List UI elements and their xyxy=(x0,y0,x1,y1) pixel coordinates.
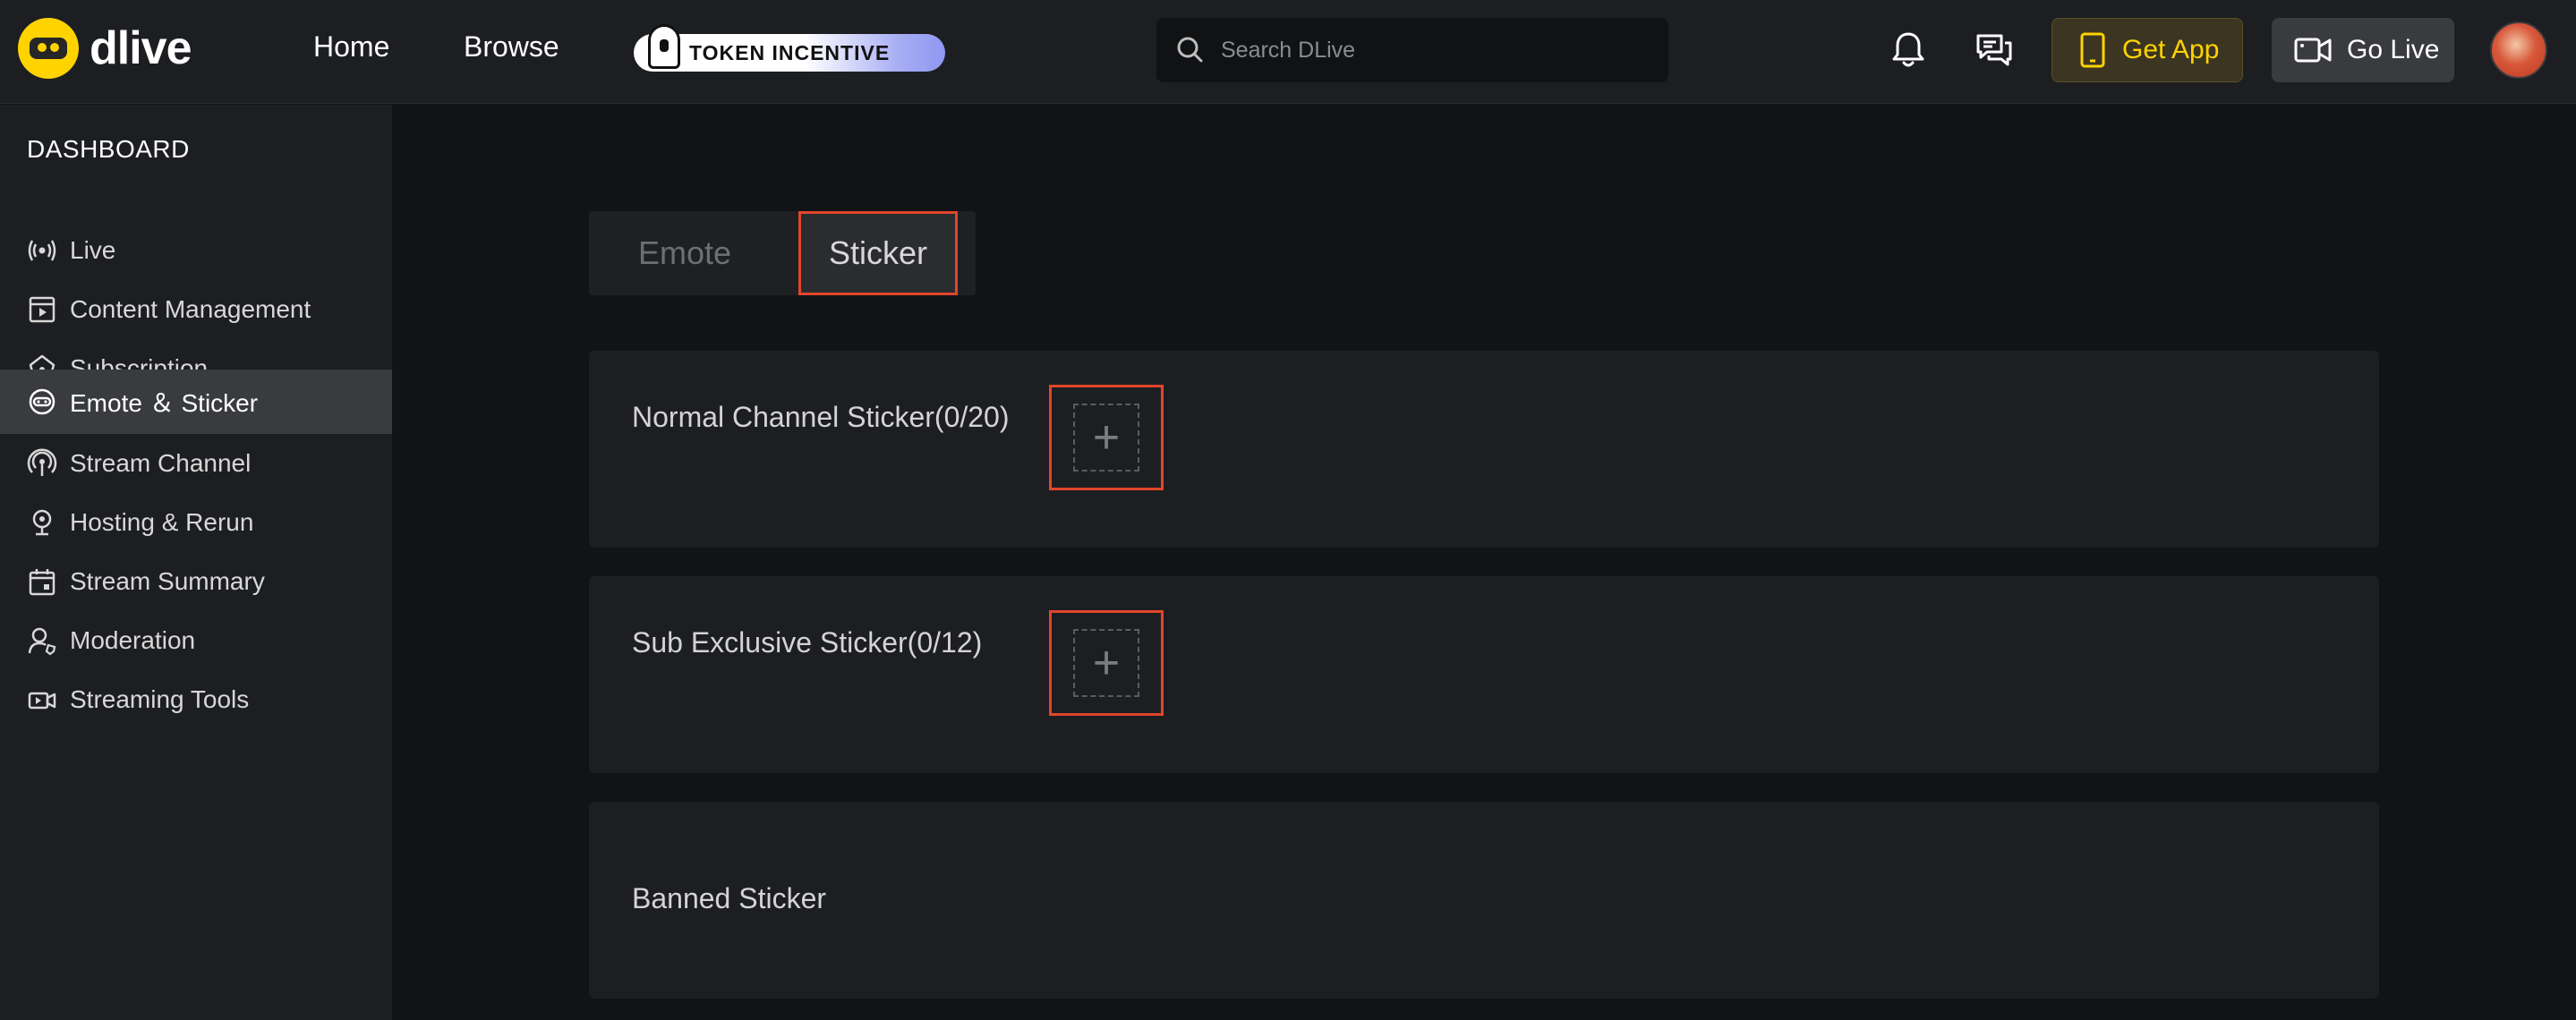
plus-icon: + xyxy=(1073,404,1139,472)
sidebar-item-label: Hosting & Rerun xyxy=(70,508,254,536)
signal-icon xyxy=(27,448,57,476)
sidebar-item-stream-summary[interactable]: Stream Summary xyxy=(0,552,392,611)
sidebar-item-label: Moderation xyxy=(70,626,196,654)
sidebar-item-label: Emote ＆ Sticker xyxy=(70,389,259,417)
video-file-icon xyxy=(29,296,55,323)
bell-icon[interactable] xyxy=(1885,27,1932,73)
sidebar-item-stream-channel[interactable]: Stream Channel xyxy=(0,434,392,493)
normal-channel-sticker-panel: Normal Channel Sticker(0/20) + xyxy=(589,351,2379,548)
token-incentive-banner[interactable]: TOKEN INCENTIVE xyxy=(634,24,945,72)
plus-icon: + xyxy=(1073,629,1139,697)
dashboard-sidebar: DASHBOARD Live Content Management Subscr… xyxy=(0,105,392,1020)
sidebar-item-moderation[interactable]: Moderation xyxy=(0,611,392,670)
sidebar-item-label: Content Management xyxy=(70,295,311,323)
top-bar: dlive Home Browse TOKEN INCENTIVE Get Ap… xyxy=(0,0,2576,104)
get-app-label: Get App xyxy=(2122,35,2220,64)
sidebar-item-label: Live xyxy=(70,236,116,264)
sidebar-item-label: Streaming Tools xyxy=(70,685,250,713)
banned-sticker-panel: Banned Sticker xyxy=(589,802,2379,999)
panel-title: Banned Sticker xyxy=(632,882,827,914)
chat-icon[interactable] xyxy=(1971,27,2017,73)
user-shield-icon xyxy=(28,627,56,656)
camera-icon xyxy=(2294,38,2332,63)
tab-emote[interactable]: Emote xyxy=(589,211,780,295)
nav-home[interactable]: Home xyxy=(313,30,389,64)
logo-mascot-icon xyxy=(18,18,79,79)
token-incentive-label: TOKEN INCENTIVE xyxy=(689,40,891,64)
sidebar-item-live[interactable]: Live xyxy=(0,221,392,280)
user-avatar[interactable] xyxy=(2490,21,2547,79)
calendar-icon xyxy=(29,569,55,596)
go-live-button[interactable]: Go Live xyxy=(2272,18,2454,82)
mascot-icon xyxy=(648,24,680,69)
emote-sticker-tabs: Emote Sticker xyxy=(589,211,976,295)
search-icon xyxy=(1177,37,1203,63)
dashboard-title: DASHBOARD xyxy=(27,135,190,163)
go-live-label: Go Live xyxy=(2347,35,2440,64)
add-sub-sticker-button[interactable]: + xyxy=(1049,610,1164,716)
video-camera-icon xyxy=(28,692,56,710)
sidebar-item-label: Stream Summary xyxy=(70,567,265,595)
sidebar-item-emote-sticker[interactable]: Emote ＆ Sticker xyxy=(0,370,392,434)
brand-name: dlive xyxy=(90,22,192,74)
search-input[interactable] xyxy=(1221,37,1633,64)
sidebar-item-label: Stream Channel xyxy=(70,449,252,477)
search-box[interactable] xyxy=(1156,18,1668,82)
panel-title: Normal Channel Sticker(0/20) xyxy=(632,401,1010,433)
sidebar-item-hosting-rerun[interactable]: Hosting & Rerun xyxy=(0,493,392,552)
sidebar-item-content-management[interactable]: Content Management xyxy=(0,280,392,339)
get-app-button[interactable]: Get App xyxy=(2051,18,2243,82)
sub-exclusive-sticker-panel: Sub Exclusive Sticker(0/12) + xyxy=(589,576,2379,773)
phone-icon xyxy=(2080,32,2105,68)
location-pin-icon xyxy=(32,509,52,536)
emote-icon xyxy=(29,388,55,415)
tab-sticker[interactable]: Sticker xyxy=(798,211,958,295)
nav-browse[interactable]: Browse xyxy=(464,30,559,64)
sidebar-item-streaming-tools[interactable]: Streaming Tools xyxy=(0,670,392,729)
broadcast-icon xyxy=(28,240,56,261)
add-normal-sticker-button[interactable]: + xyxy=(1049,385,1164,490)
dlive-logo[interactable]: dlive xyxy=(18,18,192,79)
panel-title: Sub Exclusive Sticker(0/12) xyxy=(632,626,983,659)
